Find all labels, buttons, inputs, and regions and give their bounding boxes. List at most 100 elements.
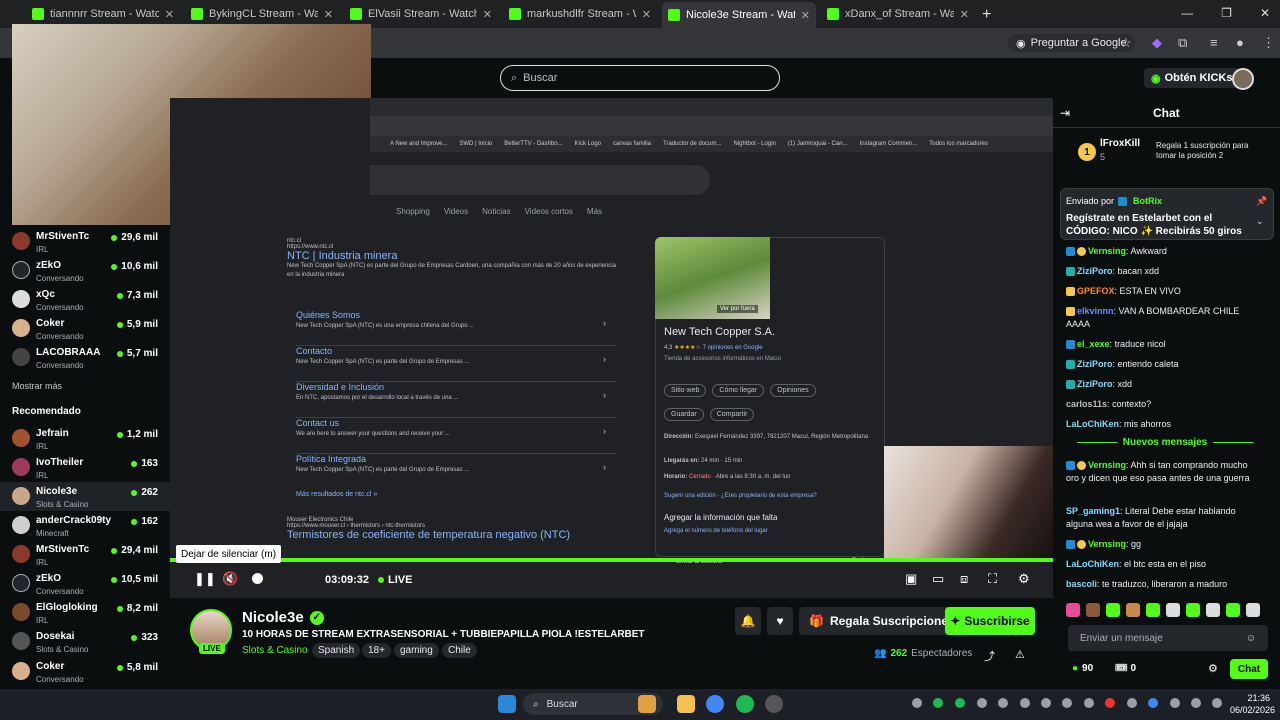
close-icon[interactable]: ✕ xyxy=(960,8,969,21)
chevron-down-icon[interactable]: ⌄ xyxy=(1256,216,1264,227)
emote-icon[interactable] xyxy=(1166,603,1180,617)
sidebar-channel-active[interactable]: Nicole3e Slots & Casino 262 xyxy=(0,482,170,511)
chat-settings-icon[interactable]: ⚙ xyxy=(1208,662,1218,675)
stream-tag[interactable]: Spanish xyxy=(312,643,361,658)
bluetooth-icon[interactable] xyxy=(1148,698,1158,708)
chat-username[interactable]: SP_gaming1 xyxy=(1066,506,1120,516)
sidebar-channel[interactable]: MrStivenTc IRL 29,4 mil xyxy=(0,540,170,569)
sidebar-channel[interactable]: ElGlogloking IRL 8,2 mil xyxy=(0,598,170,627)
tray-icon[interactable] xyxy=(1084,698,1094,708)
close-icon[interactable]: ✕ xyxy=(324,8,333,21)
share-icon[interactable]: ⤴ xyxy=(984,648,995,664)
sidebar-channel[interactable]: xQc Conversando 7,3 mil xyxy=(0,285,170,314)
browser-tab[interactable]: BykingCL Stream - Watch Live o ✕ xyxy=(185,4,339,24)
kicks-balance[interactable]: ● 90 xyxy=(1072,663,1093,674)
tray-icon[interactable] xyxy=(1062,698,1072,708)
emote-icon[interactable] xyxy=(1206,603,1220,617)
chat-username[interactable]: Vernsing xyxy=(1088,246,1126,256)
wifi-icon[interactable] xyxy=(1170,698,1180,708)
sidebar-channel[interactable]: Jefrain IRL 1,2 mil xyxy=(0,424,170,453)
volume-icon[interactable] xyxy=(1191,698,1201,708)
chat-username[interactable]: LaLoChiKen xyxy=(1066,419,1119,429)
chat-username[interactable]: ZiziPoro xyxy=(1077,266,1113,276)
menu-kebab-icon[interactable]: ⋮ xyxy=(1262,35,1275,51)
sidebar-channel[interactable]: Coker Conversando 5,9 mil xyxy=(0,314,170,343)
show-more-link[interactable]: Mostrar más xyxy=(12,381,62,391)
sidebar-channel[interactable]: Dosekai Slots & Casino 323 xyxy=(0,627,170,656)
subscribe-button[interactable]: ✦ Suscribirse xyxy=(945,607,1035,635)
ask-google-button[interactable]: ◉ Preguntar a Google xyxy=(1008,34,1135,52)
chat-username[interactable]: ZiziPoro xyxy=(1077,379,1113,389)
chat-username[interactable]: el_xexe xyxy=(1077,339,1110,349)
miniplayer-icon[interactable]: ▣ xyxy=(905,571,917,587)
tray-icon[interactable] xyxy=(933,698,943,708)
stream-tag[interactable]: 18+ xyxy=(362,643,391,658)
send-chat-button[interactable]: Chat xyxy=(1230,659,1268,679)
tray-icon[interactable] xyxy=(1127,698,1137,708)
tray-icon[interactable] xyxy=(1041,698,1051,708)
browser-tab[interactable]: ElVasii Stream - Watch Live on K ✕ xyxy=(344,4,498,24)
chat-username[interactable]: elkvinnn xyxy=(1077,306,1114,316)
pip-icon[interactable]: ⧈ xyxy=(960,571,968,587)
emote-icon[interactable] xyxy=(1146,603,1160,617)
chat-username[interactable]: Vernsing xyxy=(1088,539,1126,549)
close-window-icon[interactable]: ✕ xyxy=(1260,6,1270,20)
collapse-chat-icon[interactable]: ⇥ xyxy=(1060,106,1070,120)
emote-icon[interactable] xyxy=(1246,603,1260,617)
chat-input[interactable]: Enviar un mensaje ☺ xyxy=(1068,625,1268,651)
tray-icon[interactable] xyxy=(955,698,965,708)
gift-leader-prompt[interactable]: Regala 1 suscripción para tomar la posic… xyxy=(1156,141,1266,161)
chat-username[interactable]: ZiziPoro xyxy=(1077,359,1113,369)
star-icon[interactable]: ☆ xyxy=(1120,35,1132,51)
tray-icon[interactable] xyxy=(912,698,922,708)
chat-username[interactable]: LaLoChiKen xyxy=(1066,559,1119,569)
maximize-icon[interactable]: ❐ xyxy=(1221,6,1232,20)
chrome-icon[interactable] xyxy=(706,695,724,713)
file-explorer-icon[interactable] xyxy=(677,695,695,713)
user-avatar[interactable] xyxy=(1232,68,1254,90)
report-icon[interactable]: ⚠ xyxy=(1015,648,1025,661)
chat-username[interactable]: bascoli xyxy=(1066,579,1097,589)
sidebar-channel[interactable]: MrStivenTc IRL 29,6 mil xyxy=(0,227,170,256)
emote-icon[interactable] xyxy=(1086,603,1100,617)
new-messages-divider[interactable]: Nuevos mensajes xyxy=(1060,437,1270,448)
emote-icon[interactable] xyxy=(1066,603,1080,617)
chat-username[interactable]: GPEFOX xyxy=(1077,286,1115,296)
emote-icon[interactable] xyxy=(1126,603,1140,617)
pause-icon[interactable]: ❚❚ xyxy=(194,571,216,587)
theater-mode-icon[interactable]: ▭ xyxy=(932,571,944,587)
gift-subs-button[interactable]: 🎁 Regala Suscripciones xyxy=(799,607,965,635)
sidebar-channel[interactable]: zEkO Conversando 10,5 mil xyxy=(0,569,170,598)
minimize-icon[interactable]: — xyxy=(1181,6,1193,20)
sidebar-channel[interactable]: Coker Conversando 5,8 mil xyxy=(0,657,170,686)
profile-icon[interactable]: ● xyxy=(1236,35,1244,50)
close-icon[interactable]: ✕ xyxy=(642,8,651,21)
stream-category[interactable]: Slots & Casino xyxy=(242,645,308,656)
widget-icon[interactable] xyxy=(638,695,656,713)
muted-volume-icon[interactable]: 🔇 xyxy=(222,571,238,587)
sidebar-channel[interactable]: IvoTheiler IRL 163 xyxy=(0,453,170,482)
notifications-bell-icon[interactable]: 🔔 xyxy=(735,607,761,635)
browser-tab[interactable]: tiannnrr Stream - Watch Live o ✕ xyxy=(26,4,180,24)
close-icon[interactable]: ✕ xyxy=(165,8,174,21)
browser-tab[interactable]: markushdlfr Stream - Watch Live ✕ xyxy=(503,4,657,24)
chat-username[interactable]: carlos11s xyxy=(1066,399,1107,409)
emote-icon[interactable] xyxy=(1106,603,1120,617)
sidebar-channel[interactable]: zEkO Conversando 10,6 mil xyxy=(0,256,170,285)
search-input[interactable]: ⌕ Buscar xyxy=(500,65,780,91)
tickets-balance[interactable]: 🎟 0 xyxy=(1115,663,1136,674)
pin-icon[interactable]: 📌 xyxy=(1256,196,1267,207)
stream-tag[interactable]: gaming xyxy=(394,643,439,658)
sidebar-channel[interactable]: anderCrack09ty Minecraft 162 xyxy=(0,511,170,540)
tray-icon[interactable] xyxy=(977,698,987,708)
close-icon[interactable]: ✕ xyxy=(801,9,810,22)
emote-icon[interactable] xyxy=(1186,603,1200,617)
emote-picker-icon[interactable]: ☺ xyxy=(1246,633,1256,644)
new-tab-icon[interactable]: + xyxy=(982,6,991,24)
progress-bar[interactable] xyxy=(170,558,1053,562)
windows-start-icon[interactable] xyxy=(498,695,516,713)
extensions-puzzle-icon[interactable]: ⧉ xyxy=(1178,35,1187,51)
volume-slider-thumb[interactable] xyxy=(252,573,263,584)
extension-icon[interactable]: ◆ xyxy=(1152,35,1162,51)
sidebar-channel[interactable]: LACOBRAAA Conversando 5,7 mil xyxy=(0,343,170,372)
